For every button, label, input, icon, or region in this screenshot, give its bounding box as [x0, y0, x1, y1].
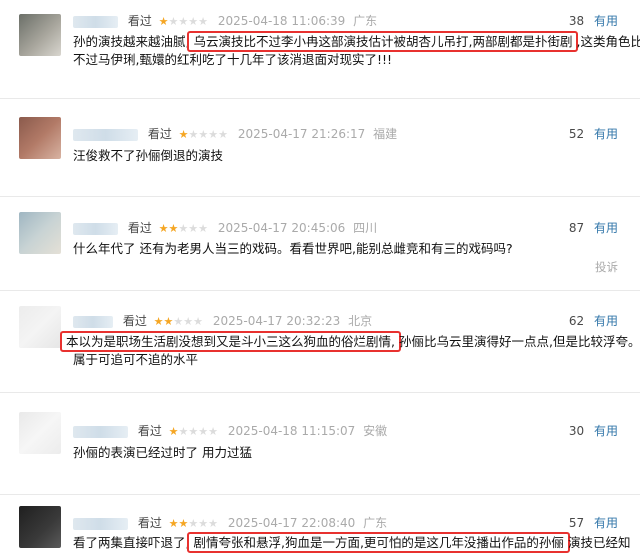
comment-date: 2025-04-18 11:15:07	[227, 424, 356, 438]
comment-date: 2025-04-17 20:45:06	[217, 221, 346, 235]
vote-count: 62	[568, 314, 585, 328]
status-label: 看过	[122, 314, 147, 328]
useful-button[interactable]: 有用	[594, 516, 618, 530]
comment-meta: 看过 ★★★★★ 2025-04-17 20:32:23 北京	[73, 312, 372, 329]
rating-stars: ★★★★★	[168, 425, 218, 438]
comment-text: 看了两集直接吓退了, 剧情夸张和悬浮,狗血是一方面,更可怕的是这几年没播出作品的孙…	[73, 532, 630, 553]
comment-text-part: 演技已经知	[567, 535, 631, 550]
vote-area: 38 有用	[569, 12, 618, 29]
comment-meta: 看过 ★★★★★ 2025-04-17 21:26:17 福建	[73, 125, 397, 142]
comment-text-line: 属于可追可不追的水平	[73, 352, 199, 367]
username[interactable]	[73, 15, 118, 28]
useful-button[interactable]: 有用	[594, 314, 618, 328]
comment-meta: 看过 ★★★★★ 2025-04-18 11:15:07 安徽	[73, 422, 387, 439]
comment-text-part: 看了两集直接吓退了,	[73, 535, 190, 550]
comment-text: 孙俪的表演已经过时了 用力过猛	[73, 445, 252, 460]
useful-button[interactable]: 有用	[594, 221, 618, 235]
status-label: 看过	[127, 14, 152, 28]
divider	[0, 494, 640, 495]
comment-date: 2025-04-17 21:26:17	[237, 127, 366, 141]
comment-location: 北京	[348, 314, 373, 328]
useful-button[interactable]: 有用	[594, 14, 618, 28]
vote-count: 87	[568, 221, 585, 235]
rating-stars: ★★★★★	[158, 222, 208, 235]
avatar[interactable]	[19, 117, 61, 159]
highlight-box: 剧情夸张和悬浮,狗血是一方面,更可怕的是这几年没播出作品的孙俪	[187, 532, 570, 553]
status-label: 看过	[137, 424, 162, 438]
highlight-box: 乌云演技比不过李小冉这部演技估计被胡杏儿吊打,两部剧都是扑街剧	[187, 31, 579, 52]
username[interactable]	[73, 128, 138, 141]
vote-count: 38	[568, 14, 585, 28]
divider	[0, 392, 640, 393]
useful-button[interactable]: 有用	[594, 424, 618, 438]
username[interactable]	[73, 425, 128, 438]
rating-stars: ★★★★★	[168, 517, 218, 530]
divider	[0, 196, 640, 197]
comment-location: 广东	[353, 14, 378, 28]
comment-text: 什么年代了 还有为老男人当三的戏码。看看世界吧,能别总雌竞和有三的戏码吗?	[73, 241, 513, 256]
vote-area: 57 有用	[569, 514, 618, 531]
username[interactable]	[73, 222, 118, 235]
comment-meta: 看过 ★★★★★ 2025-04-17 22:08:40 广东	[73, 514, 387, 531]
vote-count: 52	[568, 127, 585, 141]
avatar[interactable]	[19, 506, 61, 548]
comment-text-line: 不过马伊琍,甄嬛的红利吃了十几年了该消退面对现实了!!!	[73, 52, 393, 67]
useful-button[interactable]: 有用	[594, 127, 618, 141]
comment-location: 福建	[373, 127, 398, 141]
comment-date: 2025-04-18 11:06:39	[217, 14, 346, 28]
rating-stars: ★★★★★	[178, 128, 228, 141]
vote-count: 57	[568, 516, 585, 530]
avatar[interactable]	[19, 412, 61, 454]
comment-location: 安徽	[363, 424, 388, 438]
comment-location: 四川	[353, 221, 378, 235]
comment-meta: 看过 ★★★★★ 2025-04-17 20:45:06 四川	[73, 219, 377, 236]
comment-text-part: 孙的演技越来越油腻,	[73, 34, 190, 49]
avatar[interactable]	[19, 306, 61, 348]
comment-meta: 看过 ★★★★★ 2025-04-18 11:06:39 广东	[73, 12, 377, 29]
divider	[0, 290, 640, 291]
comment-text: 汪俊救不了孙俪倒退的演技	[73, 148, 224, 163]
vote-count: 30	[568, 424, 585, 438]
rating-stars: ★★★★★	[158, 15, 208, 28]
rating-stars: ★★★★★	[153, 315, 203, 328]
vote-area: 30 有用	[569, 422, 618, 439]
highlight-box: 本以为是职场生活剧没想到又是斗小三这么狗血的俗烂剧情,	[60, 331, 401, 352]
username[interactable]	[73, 517, 128, 530]
comment-text-part: ,这类角色比	[576, 34, 640, 49]
comment-location: 广东	[363, 516, 388, 530]
report-link[interactable]: 投诉	[595, 259, 618, 275]
divider	[0, 98, 640, 99]
vote-area: 62 有用	[569, 312, 618, 329]
avatar[interactable]	[19, 14, 61, 56]
avatar[interactable]	[19, 212, 61, 254]
comment-text: 孙的演技越来越油腻, 乌云演技比不过李小冉这部演技估计被胡杏儿吊打,两部剧都是扑街…	[73, 31, 640, 69]
vote-area: 52 有用	[569, 125, 618, 142]
status-label: 看过	[147, 127, 172, 141]
comment-date: 2025-04-17 20:32:23	[212, 314, 341, 328]
comment-date: 2025-04-17 22:08:40	[227, 516, 356, 530]
status-label: 看过	[127, 221, 152, 235]
username[interactable]	[73, 315, 113, 328]
comment-text-part: 孙俪比乌云里演得好一点点,但是比较浮夸。	[398, 334, 640, 349]
comment-text: 本以为是职场生活剧没想到又是斗小三这么狗血的俗烂剧情, 孙俪比乌云里演得好一点点,…	[60, 331, 640, 369]
status-label: 看过	[137, 516, 162, 530]
vote-area: 87 有用	[569, 219, 618, 236]
